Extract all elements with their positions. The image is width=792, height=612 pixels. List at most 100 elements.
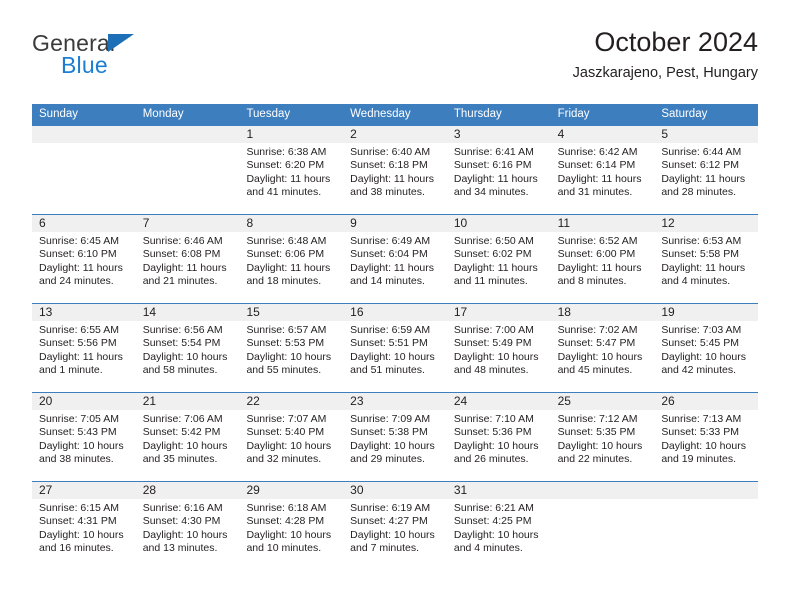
day-number[interactable]: 8 bbox=[239, 215, 343, 232]
day-number[interactable]: 19 bbox=[654, 304, 758, 321]
daylight-text-line1: Daylight: 10 hours bbox=[350, 350, 435, 363]
day-number[interactable]: 30 bbox=[343, 482, 447, 499]
daylight-text-line2: and 16 minutes. bbox=[39, 541, 114, 554]
day-cell[interactable]: Sunrise: 6:49 AM Sunset: 6:04 PM Dayligh… bbox=[343, 232, 447, 303]
day-cell[interactable]: Sunrise: 6:53 AM Sunset: 5:58 PM Dayligh… bbox=[654, 232, 758, 303]
daylight-text-line1: Daylight: 10 hours bbox=[453, 350, 539, 363]
day-cell[interactable]: Sunrise: 6:52 AM Sunset: 6:00 PM Dayligh… bbox=[551, 232, 655, 303]
sunset-text: Sunset: 5:58 PM bbox=[661, 248, 739, 261]
day-cell[interactable]: Sunrise: 7:10 AM Sunset: 5:36 PM Dayligh… bbox=[447, 410, 551, 481]
day-number[interactable]: 4 bbox=[551, 126, 655, 143]
day-number[interactable] bbox=[551, 482, 655, 499]
day-cell[interactable] bbox=[654, 499, 758, 570]
daylight-text-line1: Daylight: 10 hours bbox=[39, 528, 124, 541]
day-cell[interactable]: Sunrise: 6:57 AM Sunset: 5:53 PM Dayligh… bbox=[239, 321, 343, 392]
day-cell[interactable]: Sunrise: 7:06 AM Sunset: 5:42 PM Dayligh… bbox=[136, 410, 240, 481]
day-number[interactable]: 21 bbox=[136, 393, 240, 410]
day-cell[interactable]: Sunrise: 6:45 AM Sunset: 6:10 PM Dayligh… bbox=[32, 232, 136, 303]
day-number[interactable]: 5 bbox=[654, 126, 758, 143]
day-cell[interactable]: Sunrise: 7:07 AM Sunset: 5:40 PM Dayligh… bbox=[239, 410, 343, 481]
day-number[interactable]: 28 bbox=[136, 482, 240, 499]
day-number[interactable]: 16 bbox=[343, 304, 447, 321]
weekday-wednesday: Wednesday bbox=[350, 108, 411, 120]
day-number[interactable]: 23 bbox=[343, 393, 447, 410]
day-cell[interactable]: Sunrise: 7:09 AM Sunset: 5:38 PM Dayligh… bbox=[343, 410, 447, 481]
day-number[interactable]: 29 bbox=[239, 482, 343, 499]
day-number[interactable]: 10 bbox=[447, 215, 551, 232]
sunset-text: Sunset: 4:31 PM bbox=[39, 515, 117, 528]
day-number[interactable]: 25 bbox=[551, 393, 655, 410]
daylight-text-line1: Daylight: 11 hours bbox=[142, 261, 227, 274]
week-row: 1 2 3 4 5 Sunrise: 6:38 AM Sunset: 6:20 … bbox=[32, 125, 758, 214]
day-number[interactable]: 9 bbox=[343, 215, 447, 232]
day-cell[interactable]: Sunrise: 6:41 AM Sunset: 6:16 PM Dayligh… bbox=[447, 143, 551, 214]
day-number[interactable]: 6 bbox=[32, 215, 136, 232]
day-cell[interactable]: Sunrise: 7:03 AM Sunset: 5:45 PM Dayligh… bbox=[654, 321, 758, 392]
daylight-text-line1: Daylight: 10 hours bbox=[142, 528, 228, 541]
day-number[interactable]: 27 bbox=[32, 482, 136, 499]
sunrise-text: Sunrise: 6:16 AM bbox=[142, 502, 223, 514]
day-number[interactable] bbox=[654, 482, 758, 499]
sunset-text: Sunset: 5:40 PM bbox=[246, 426, 325, 439]
day-cell[interactable] bbox=[136, 143, 240, 214]
day-number[interactable]: 31 bbox=[447, 482, 551, 499]
day-number[interactable]: 2 bbox=[343, 126, 447, 143]
day-cell[interactable]: Sunrise: 6:40 AM Sunset: 6:18 PM Dayligh… bbox=[343, 143, 447, 214]
daylight-text-line1: Daylight: 11 hours bbox=[246, 261, 331, 274]
day-number[interactable]: 20 bbox=[32, 393, 136, 410]
daylight-text-line1: Daylight: 10 hours bbox=[661, 350, 746, 363]
sunset-text: Sunset: 5:45 PM bbox=[661, 337, 739, 350]
day-cell[interactable]: Sunrise: 6:50 AM Sunset: 6:02 PM Dayligh… bbox=[447, 232, 551, 303]
day-cell[interactable]: Sunrise: 6:42 AM Sunset: 6:14 PM Dayligh… bbox=[551, 143, 655, 214]
day-cell[interactable]: Sunrise: 6:19 AM Sunset: 4:27 PM Dayligh… bbox=[343, 499, 447, 570]
day-number[interactable]: 7 bbox=[136, 215, 240, 232]
day-number[interactable]: 3 bbox=[447, 126, 551, 143]
day-cell[interactable]: Sunrise: 6:44 AM Sunset: 6:12 PM Dayligh… bbox=[654, 143, 758, 214]
sunrise-text: Sunrise: 6:59 AM bbox=[350, 324, 431, 336]
day-number[interactable]: 15 bbox=[239, 304, 343, 321]
week-row: 27 28 29 30 31 Sunrise: 6:15 AM Sunset: … bbox=[32, 481, 758, 570]
day-cell[interactable]: Sunrise: 6:18 AM Sunset: 4:28 PM Dayligh… bbox=[239, 499, 343, 570]
sunrise-text: Sunrise: 6:15 AM bbox=[39, 502, 119, 514]
day-cell[interactable]: Sunrise: 6:59 AM Sunset: 5:51 PM Dayligh… bbox=[343, 321, 447, 392]
day-cell[interactable]: Sunrise: 6:46 AM Sunset: 6:08 PM Dayligh… bbox=[136, 232, 240, 303]
day-cell[interactable] bbox=[32, 143, 136, 214]
week-daynumber-row: 13 14 15 16 17 18 19 bbox=[32, 304, 758, 321]
day-number[interactable] bbox=[32, 126, 136, 143]
day-number[interactable]: 22 bbox=[239, 393, 343, 410]
day-cell[interactable]: Sunrise: 7:00 AM Sunset: 5:49 PM Dayligh… bbox=[447, 321, 551, 392]
day-cell[interactable]: Sunrise: 6:56 AM Sunset: 5:54 PM Dayligh… bbox=[136, 321, 240, 392]
day-cell[interactable]: Sunrise: 7:12 AM Sunset: 5:35 PM Dayligh… bbox=[551, 410, 655, 481]
day-cell[interactable]: Sunrise: 7:05 AM Sunset: 5:43 PM Dayligh… bbox=[32, 410, 136, 481]
day-number[interactable] bbox=[136, 126, 240, 143]
sunrise-text: Sunrise: 6:44 AM bbox=[661, 146, 742, 158]
sunset-text: Sunset: 5:51 PM bbox=[350, 337, 428, 350]
sunset-text: Sunset: 5:33 PM bbox=[661, 426, 739, 439]
day-cell[interactable]: Sunrise: 7:13 AM Sunset: 5:33 PM Dayligh… bbox=[654, 410, 758, 481]
day-number[interactable]: 18 bbox=[551, 304, 655, 321]
day-number[interactable]: 12 bbox=[654, 215, 758, 232]
sunset-text: Sunset: 5:53 PM bbox=[246, 337, 325, 350]
day-number[interactable]: 24 bbox=[447, 393, 551, 410]
daylight-text-line1: Daylight: 11 hours bbox=[246, 172, 331, 185]
day-cell[interactable]: Sunrise: 6:48 AM Sunset: 6:06 PM Dayligh… bbox=[239, 232, 343, 303]
day-number[interactable]: 1 bbox=[239, 126, 343, 143]
day-cell[interactable]: Sunrise: 6:16 AM Sunset: 4:30 PM Dayligh… bbox=[136, 499, 240, 570]
daylight-text-line1: Daylight: 10 hours bbox=[557, 350, 643, 363]
daylight-text-line2: and 58 minutes. bbox=[142, 363, 218, 376]
day-cell[interactable]: Sunrise: 6:15 AM Sunset: 4:31 PM Dayligh… bbox=[32, 499, 136, 570]
day-number[interactable]: 17 bbox=[447, 304, 551, 321]
day-number[interactable]: 26 bbox=[654, 393, 758, 410]
day-number[interactable]: 13 bbox=[32, 304, 136, 321]
day-cell[interactable]: Sunrise: 6:38 AM Sunset: 6:20 PM Dayligh… bbox=[239, 143, 343, 214]
day-cell[interactable]: Sunrise: 6:21 AM Sunset: 4:25 PM Dayligh… bbox=[447, 499, 551, 570]
day-cell[interactable] bbox=[551, 499, 655, 570]
sunset-text: Sunset: 5:47 PM bbox=[557, 337, 636, 350]
day-cell[interactable]: Sunrise: 7:02 AM Sunset: 5:47 PM Dayligh… bbox=[551, 321, 655, 392]
daylight-text-line2: and 19 minutes. bbox=[661, 452, 737, 465]
day-cell[interactable]: Sunrise: 6:55 AM Sunset: 5:56 PM Dayligh… bbox=[32, 321, 136, 392]
day-number[interactable]: 11 bbox=[551, 215, 655, 232]
sunset-text: Sunset: 6:18 PM bbox=[350, 159, 428, 172]
weekday-friday: Friday bbox=[557, 108, 590, 120]
day-number[interactable]: 14 bbox=[136, 304, 240, 321]
